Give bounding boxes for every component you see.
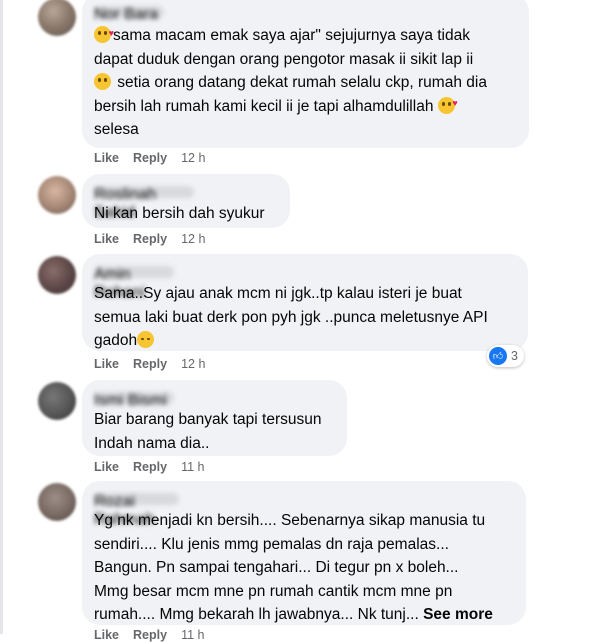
pensive-face-icon	[137, 331, 155, 348]
author-name[interactable]: Rozai Rahmah	[94, 493, 179, 528]
reaction-count: 3	[511, 349, 518, 363]
comment-text: sama macam emak saya ajar" sejujurnya sa…	[94, 22, 517, 142]
reaction-summary[interactable]: 👍︎ 3	[487, 345, 524, 367]
like-button[interactable]: Like	[94, 460, 119, 474]
avatar[interactable]	[38, 0, 76, 36]
timestamp[interactable]: 11 h	[181, 628, 204, 642]
avatar[interactable]	[38, 382, 76, 420]
left-border	[0, 0, 3, 634]
comment-text-part: setia orang datang dekat rumah selalu ck…	[94, 74, 487, 115]
comment-text: Biar barang banyak tapi tersusun Indah n…	[94, 411, 322, 452]
comment-bubble: Rozai Rahmah Yg nk menjadi kn bersih....…	[82, 481, 526, 625]
timestamp[interactable]: 11 h	[181, 460, 204, 474]
see-more-link[interactable]: See more	[423, 606, 493, 623]
comment-text: Sama..Sy ajau anak mcm ni jgk..tp kalau …	[94, 282, 516, 353]
comment-actions: Like Reply 11 h	[94, 460, 204, 474]
comment-text-part: selesa	[94, 121, 139, 138]
avatar[interactable]	[38, 256, 76, 294]
timestamp[interactable]: 12 h	[181, 151, 205, 165]
timestamp[interactable]: 12 h	[181, 232, 205, 246]
smiling-face-with-hearts-icon	[94, 22, 114, 45]
reply-button[interactable]: Reply	[133, 232, 167, 246]
comment-bubble: Ismi Bismi Biar barang banyak tapi tersu…	[82, 380, 347, 456]
avatar[interactable]	[38, 176, 76, 214]
comment-actions: Like Reply 11 h	[94, 628, 204, 642]
author-name[interactable]: Nor Bara	[94, 6, 164, 23]
comment-text-part: sama macam emak saya ajar" sejujurnya sa…	[94, 27, 474, 68]
grimacing-face-icon	[94, 73, 111, 90]
author-name[interactable]: Roslinah Sahid	[94, 186, 194, 221]
author-name[interactable]: Ismi Bismi	[94, 392, 174, 409]
reply-button[interactable]: Reply	[133, 628, 167, 642]
timestamp[interactable]: 12 h	[181, 357, 205, 371]
reply-button[interactable]: Reply	[133, 357, 167, 371]
like-button[interactable]: Like	[94, 232, 119, 246]
avatar[interactable]	[38, 483, 76, 521]
comment-bubble: Nor Bara sama macam emak saya ajar" seju…	[82, 0, 529, 148]
comment-bubble: Roslinah Sahid Ni kan bersih dah syukur	[82, 174, 290, 228]
like-reaction-icon: 👍︎	[489, 347, 507, 365]
like-button[interactable]: Like	[94, 151, 119, 165]
reply-button[interactable]: Reply	[133, 151, 167, 165]
smiling-face-with-hearts-icon	[437, 92, 458, 116]
reply-button[interactable]: Reply	[133, 460, 167, 474]
author-name[interactable]: Amin Rohani	[94, 266, 174, 301]
comment-bubble: Amin Rohani Sama..Sy ajau anak mcm ni jg…	[82, 254, 528, 351]
comment-actions: Like Reply 12 h	[94, 357, 205, 371]
comment-text: Yg nk menjadi kn bersih.... Sebenarnya s…	[94, 509, 514, 627]
like-button[interactable]: Like	[94, 628, 119, 642]
comment-actions: Like Reply 12 h	[94, 151, 205, 165]
comment-actions: Like Reply 12 h	[94, 232, 205, 246]
like-button[interactable]: Like	[94, 357, 119, 371]
